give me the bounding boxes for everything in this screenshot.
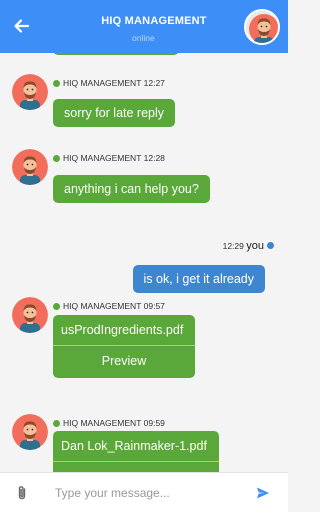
message-time: 12:27 (143, 78, 165, 88)
sender-name: HIQ MANAGEMENT (63, 418, 142, 428)
sender-avatar (12, 149, 48, 185)
attach-button[interactable] (15, 485, 29, 501)
avatar-icon (246, 11, 278, 43)
online-dot-icon (53, 420, 60, 427)
sender-avatar (12, 414, 48, 450)
message-meta: HIQ MANAGEMENT 09:59 (53, 418, 165, 428)
message-bubble: anything i can help you? (53, 175, 210, 203)
message-list[interactable]: HIQ MANAGEMENT 12:27 sorry for late repl… (0, 53, 288, 472)
online-dot-icon (53, 303, 60, 310)
file-attachment-card[interactable]: Dan Lok_Rainmaker-1.pdf (53, 431, 219, 472)
file-name[interactable]: Dan Lok_Rainmaker-1.pdf (53, 431, 219, 461)
previous-message-bubble (53, 53, 179, 55)
chat-status: online (132, 33, 155, 43)
status-dot-icon (267, 242, 274, 249)
message-bubble: is ok, i get it already (132, 265, 265, 293)
send-button[interactable] (256, 486, 270, 500)
sender-name: HIQ MANAGEMENT (63, 301, 142, 311)
sender-avatar (12, 297, 48, 333)
file-attachment-card[interactable]: usProdIngredients.pdf Preview (53, 315, 195, 378)
preview-button[interactable] (53, 462, 219, 472)
online-dot-icon (53, 80, 60, 87)
message-bubble: sorry for late reply (53, 99, 176, 127)
avatar-icon (12, 149, 48, 185)
message-meta: HIQ MANAGEMENT 09:57 (53, 301, 165, 311)
avatar-icon (12, 297, 48, 333)
chat-header: HIQ MANAGEMENT online (0, 0, 288, 53)
message-time: 09:57 (143, 301, 165, 311)
sender-name: HIQ MANAGEMENT (63, 153, 142, 163)
message-time: 12:28 (143, 153, 165, 163)
avatar-icon (12, 414, 48, 450)
sender-name: HIQ MANAGEMENT (63, 78, 142, 88)
sender-name: you (246, 240, 264, 252)
message-time: 12:29 (222, 241, 244, 251)
preview-button[interactable]: Preview (53, 346, 195, 378)
avatar-icon (12, 74, 48, 110)
chat-app: HIQ MANAGEMENT online HIQ MANAGEMENT 12:… (0, 0, 288, 512)
online-dot-icon (53, 155, 60, 162)
message-input[interactable] (55, 481, 235, 505)
file-name[interactable]: usProdIngredients.pdf (53, 315, 195, 345)
message-time: 09:59 (143, 418, 165, 428)
paperclip-icon (18, 486, 26, 500)
send-icon (257, 487, 269, 499)
sender-avatar (12, 74, 48, 110)
message-meta: HIQ MANAGEMENT 12:28 (53, 153, 165, 163)
contact-avatar[interactable] (244, 9, 280, 45)
message-meta: HIQ MANAGEMENT 12:27 (53, 78, 165, 88)
message-composer (0, 472, 288, 512)
message-meta: 12:29 you (223, 240, 274, 252)
